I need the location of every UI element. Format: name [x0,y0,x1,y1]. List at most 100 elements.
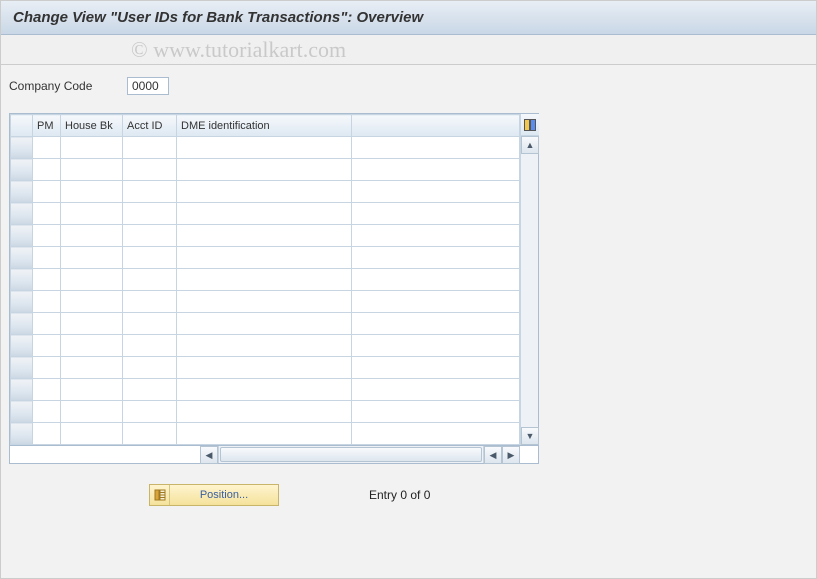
cell-pm[interactable] [33,181,61,203]
col-select-all[interactable] [11,115,33,137]
col-house-bk[interactable]: House Bk [61,115,123,137]
table-row[interactable] [11,247,520,269]
scroll-left-button[interactable]: ◀ [200,446,218,464]
cell-house-bk[interactable] [61,335,123,357]
table-row[interactable] [11,423,520,445]
cell-acct-id[interactable] [123,225,177,247]
cell-acct-id[interactable] [123,247,177,269]
table-row[interactable] [11,225,520,247]
horizontal-scrollbar[interactable]: ◀ ◀ ▶ [9,446,539,464]
table-row[interactable] [11,137,520,159]
cell-dme[interactable] [177,225,352,247]
col-dme[interactable]: DME identification [177,115,352,137]
cell-dme[interactable] [177,357,352,379]
cell-acct-id[interactable] [123,423,177,445]
cell-house-bk[interactable] [61,247,123,269]
cell-house-bk[interactable] [61,137,123,159]
table-row[interactable] [11,291,520,313]
scroll-down-button[interactable]: ▼ [521,427,539,445]
cell-dme[interactable] [177,269,352,291]
scroll-right-button[interactable]: ▶ [502,446,520,464]
table-row[interactable] [11,203,520,225]
scroll-track-v[interactable] [521,154,538,427]
configure-columns-button[interactable] [521,114,539,136]
cell-house-bk[interactable] [61,181,123,203]
cell-house-bk[interactable] [61,401,123,423]
scroll-left-button-2[interactable]: ◀ [484,446,502,464]
cell-blank[interactable] [352,379,520,401]
row-selector[interactable] [11,335,33,357]
table-row[interactable] [11,401,520,423]
row-selector[interactable] [11,269,33,291]
cell-pm[interactable] [33,335,61,357]
table-row[interactable] [11,335,520,357]
cell-acct-id[interactable] [123,379,177,401]
cell-dme[interactable] [177,379,352,401]
cell-pm[interactable] [33,247,61,269]
cell-blank[interactable] [352,225,520,247]
cell-acct-id[interactable] [123,159,177,181]
col-acct-id[interactable]: Acct ID [123,115,177,137]
cell-house-bk[interactable] [61,357,123,379]
cell-pm[interactable] [33,225,61,247]
cell-blank[interactable] [352,335,520,357]
row-selector[interactable] [11,247,33,269]
cell-dme[interactable] [177,335,352,357]
position-button[interactable]: Position... [149,484,279,506]
scroll-thumb-h[interactable] [220,447,482,462]
cell-pm[interactable] [33,291,61,313]
cell-acct-id[interactable] [123,269,177,291]
cell-dme[interactable] [177,137,352,159]
row-selector[interactable] [11,313,33,335]
table-row[interactable] [11,379,520,401]
company-code-input[interactable] [127,77,169,95]
cell-house-bk[interactable] [61,423,123,445]
cell-house-bk[interactable] [61,379,123,401]
cell-dme[interactable] [177,203,352,225]
cell-dme[interactable] [177,423,352,445]
row-selector[interactable] [11,225,33,247]
row-selector[interactable] [11,159,33,181]
scroll-up-button[interactable]: ▲ [521,136,539,154]
cell-acct-id[interactable] [123,357,177,379]
cell-house-bk[interactable] [61,225,123,247]
cell-blank[interactable] [352,137,520,159]
cell-pm[interactable] [33,159,61,181]
cell-pm[interactable] [33,137,61,159]
cell-pm[interactable] [33,269,61,291]
table-row[interactable] [11,313,520,335]
cell-house-bk[interactable] [61,159,123,181]
row-selector[interactable] [11,379,33,401]
table-row[interactable] [11,269,520,291]
cell-blank[interactable] [352,203,520,225]
table-row[interactable] [11,159,520,181]
cell-dme[interactable] [177,247,352,269]
cell-house-bk[interactable] [61,269,123,291]
cell-house-bk[interactable] [61,313,123,335]
row-selector[interactable] [11,137,33,159]
cell-acct-id[interactable] [123,401,177,423]
cell-blank[interactable] [352,423,520,445]
cell-blank[interactable] [352,247,520,269]
table-row[interactable] [11,357,520,379]
cell-acct-id[interactable] [123,313,177,335]
cell-blank[interactable] [352,159,520,181]
cell-pm[interactable] [33,357,61,379]
cell-house-bk[interactable] [61,291,123,313]
table-row[interactable] [11,181,520,203]
cell-pm[interactable] [33,313,61,335]
col-pm[interactable]: PM [33,115,61,137]
cell-acct-id[interactable] [123,137,177,159]
cell-blank[interactable] [352,357,520,379]
cell-pm[interactable] [33,379,61,401]
cell-blank[interactable] [352,181,520,203]
cell-acct-id[interactable] [123,203,177,225]
cell-pm[interactable] [33,423,61,445]
cell-dme[interactable] [177,181,352,203]
cell-dme[interactable] [177,159,352,181]
row-selector[interactable] [11,357,33,379]
row-selector[interactable] [11,423,33,445]
cell-blank[interactable] [352,313,520,335]
cell-pm[interactable] [33,203,61,225]
scroll-track-h[interactable] [218,446,484,463]
